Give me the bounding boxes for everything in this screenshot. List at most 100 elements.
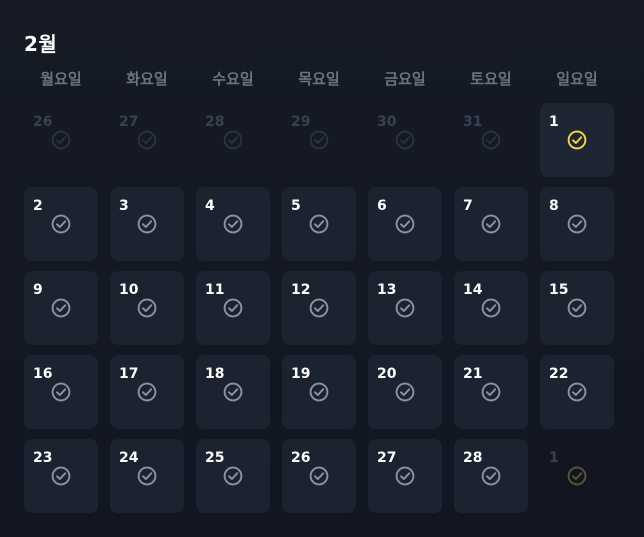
day-cell: 30 <box>368 103 442 177</box>
day-cell[interactable]: 6 <box>368 187 442 261</box>
day-number: 30 <box>377 114 397 130</box>
day-cell[interactable]: 17 <box>110 355 184 429</box>
day-cell[interactable]: 14 <box>454 271 528 345</box>
day-cell[interactable]: 12 <box>282 271 356 345</box>
day-cell[interactable]: 10 <box>110 271 184 345</box>
check-circle-icon <box>137 382 157 402</box>
weekday-thu: 목요일 <box>298 70 340 88</box>
check-circle-icon <box>481 466 501 486</box>
day-cell[interactable]: 8 <box>540 187 614 261</box>
day-cell[interactable]: 22 <box>540 355 614 429</box>
day-cell: 28 <box>196 103 270 177</box>
weekday-mon: 월요일 <box>40 70 82 88</box>
month-title: 2월 <box>24 32 58 56</box>
check-circle-icon <box>395 130 415 150</box>
day-number: 3 <box>119 198 129 214</box>
day-number: 21 <box>463 366 483 382</box>
check-circle-icon <box>51 130 71 150</box>
check-circle-icon <box>309 466 329 486</box>
check-circle-icon <box>223 382 243 402</box>
day-number: 29 <box>291 114 311 130</box>
check-circle-icon <box>137 466 157 486</box>
check-circle-icon <box>223 466 243 486</box>
day-number: 27 <box>377 450 397 466</box>
day-cell[interactable]: 15 <box>540 271 614 345</box>
check-circle-icon <box>51 298 71 318</box>
day-cell[interactable]: 3 <box>110 187 184 261</box>
day-number: 12 <box>291 282 311 298</box>
check-circle-icon <box>309 298 329 318</box>
day-cell[interactable]: 20 <box>368 355 442 429</box>
day-number: 18 <box>205 366 225 382</box>
day-number: 24 <box>119 450 139 466</box>
day-cell[interactable]: 19 <box>282 355 356 429</box>
day-number: 5 <box>291 198 301 214</box>
day-number: 13 <box>377 282 397 298</box>
day-number: 10 <box>119 282 139 298</box>
day-cell: 27 <box>110 103 184 177</box>
day-number: 27 <box>119 114 139 130</box>
day-number: 11 <box>205 282 225 298</box>
check-circle-icon <box>395 382 415 402</box>
day-cell: 1 <box>540 439 614 513</box>
day-cell[interactable]: 13 <box>368 271 442 345</box>
day-number: 9 <box>33 282 43 298</box>
check-circle-icon <box>309 382 329 402</box>
day-cell[interactable]: 2 <box>24 187 98 261</box>
check-circle-icon <box>567 466 587 486</box>
day-number: 1 <box>549 450 559 466</box>
day-number: 28 <box>205 114 225 130</box>
weekday-fri: 금요일 <box>384 70 426 88</box>
check-circle-icon <box>567 382 587 402</box>
day-number: 7 <box>463 198 473 214</box>
check-circle-icon <box>395 466 415 486</box>
check-circle-icon <box>567 130 587 150</box>
check-circle-icon <box>223 298 243 318</box>
day-cell: 31 <box>454 103 528 177</box>
day-number: 19 <box>291 366 311 382</box>
check-circle-icon <box>137 214 157 234</box>
day-cell[interactable]: 26 <box>282 439 356 513</box>
day-cell[interactable]: 25 <box>196 439 270 513</box>
day-cell[interactable]: 1 <box>540 103 614 177</box>
day-cell: 26 <box>24 103 98 177</box>
weekday-sun: 일요일 <box>556 70 598 88</box>
day-cell[interactable]: 5 <box>282 187 356 261</box>
day-cell[interactable]: 7 <box>454 187 528 261</box>
check-circle-icon <box>51 382 71 402</box>
day-number: 22 <box>549 366 569 382</box>
day-number: 8 <box>549 198 559 214</box>
day-cell[interactable]: 18 <box>196 355 270 429</box>
day-cell[interactable]: 9 <box>24 271 98 345</box>
day-number: 23 <box>33 450 53 466</box>
weekday-header: 월요일 화요일 수요일 목요일 금요일 토요일 일요일 <box>24 68 614 90</box>
day-number: 25 <box>205 450 225 466</box>
day-cell: 29 <box>282 103 356 177</box>
day-number: 15 <box>549 282 569 298</box>
day-cell[interactable]: 23 <box>24 439 98 513</box>
weekday-wed: 수요일 <box>212 70 254 88</box>
day-number: 20 <box>377 366 397 382</box>
check-circle-icon <box>223 214 243 234</box>
day-number: 28 <box>463 450 483 466</box>
day-number: 26 <box>33 114 53 130</box>
day-cell[interactable]: 28 <box>454 439 528 513</box>
check-circle-icon <box>395 298 415 318</box>
day-cell[interactable]: 16 <box>24 355 98 429</box>
weekday-sat: 토요일 <box>470 70 512 88</box>
day-cell[interactable]: 27 <box>368 439 442 513</box>
day-cell[interactable]: 11 <box>196 271 270 345</box>
day-number: 31 <box>463 114 483 130</box>
weekday-tue: 화요일 <box>126 70 168 88</box>
check-circle-icon <box>567 214 587 234</box>
day-cell[interactable]: 4 <box>196 187 270 261</box>
day-number: 6 <box>377 198 387 214</box>
day-number: 2 <box>33 198 43 214</box>
check-circle-icon <box>51 214 71 234</box>
day-cell[interactable]: 21 <box>454 355 528 429</box>
day-number: 17 <box>119 366 139 382</box>
check-circle-icon <box>481 298 501 318</box>
check-circle-icon <box>51 466 71 486</box>
check-circle-icon <box>309 214 329 234</box>
day-cell[interactable]: 24 <box>110 439 184 513</box>
